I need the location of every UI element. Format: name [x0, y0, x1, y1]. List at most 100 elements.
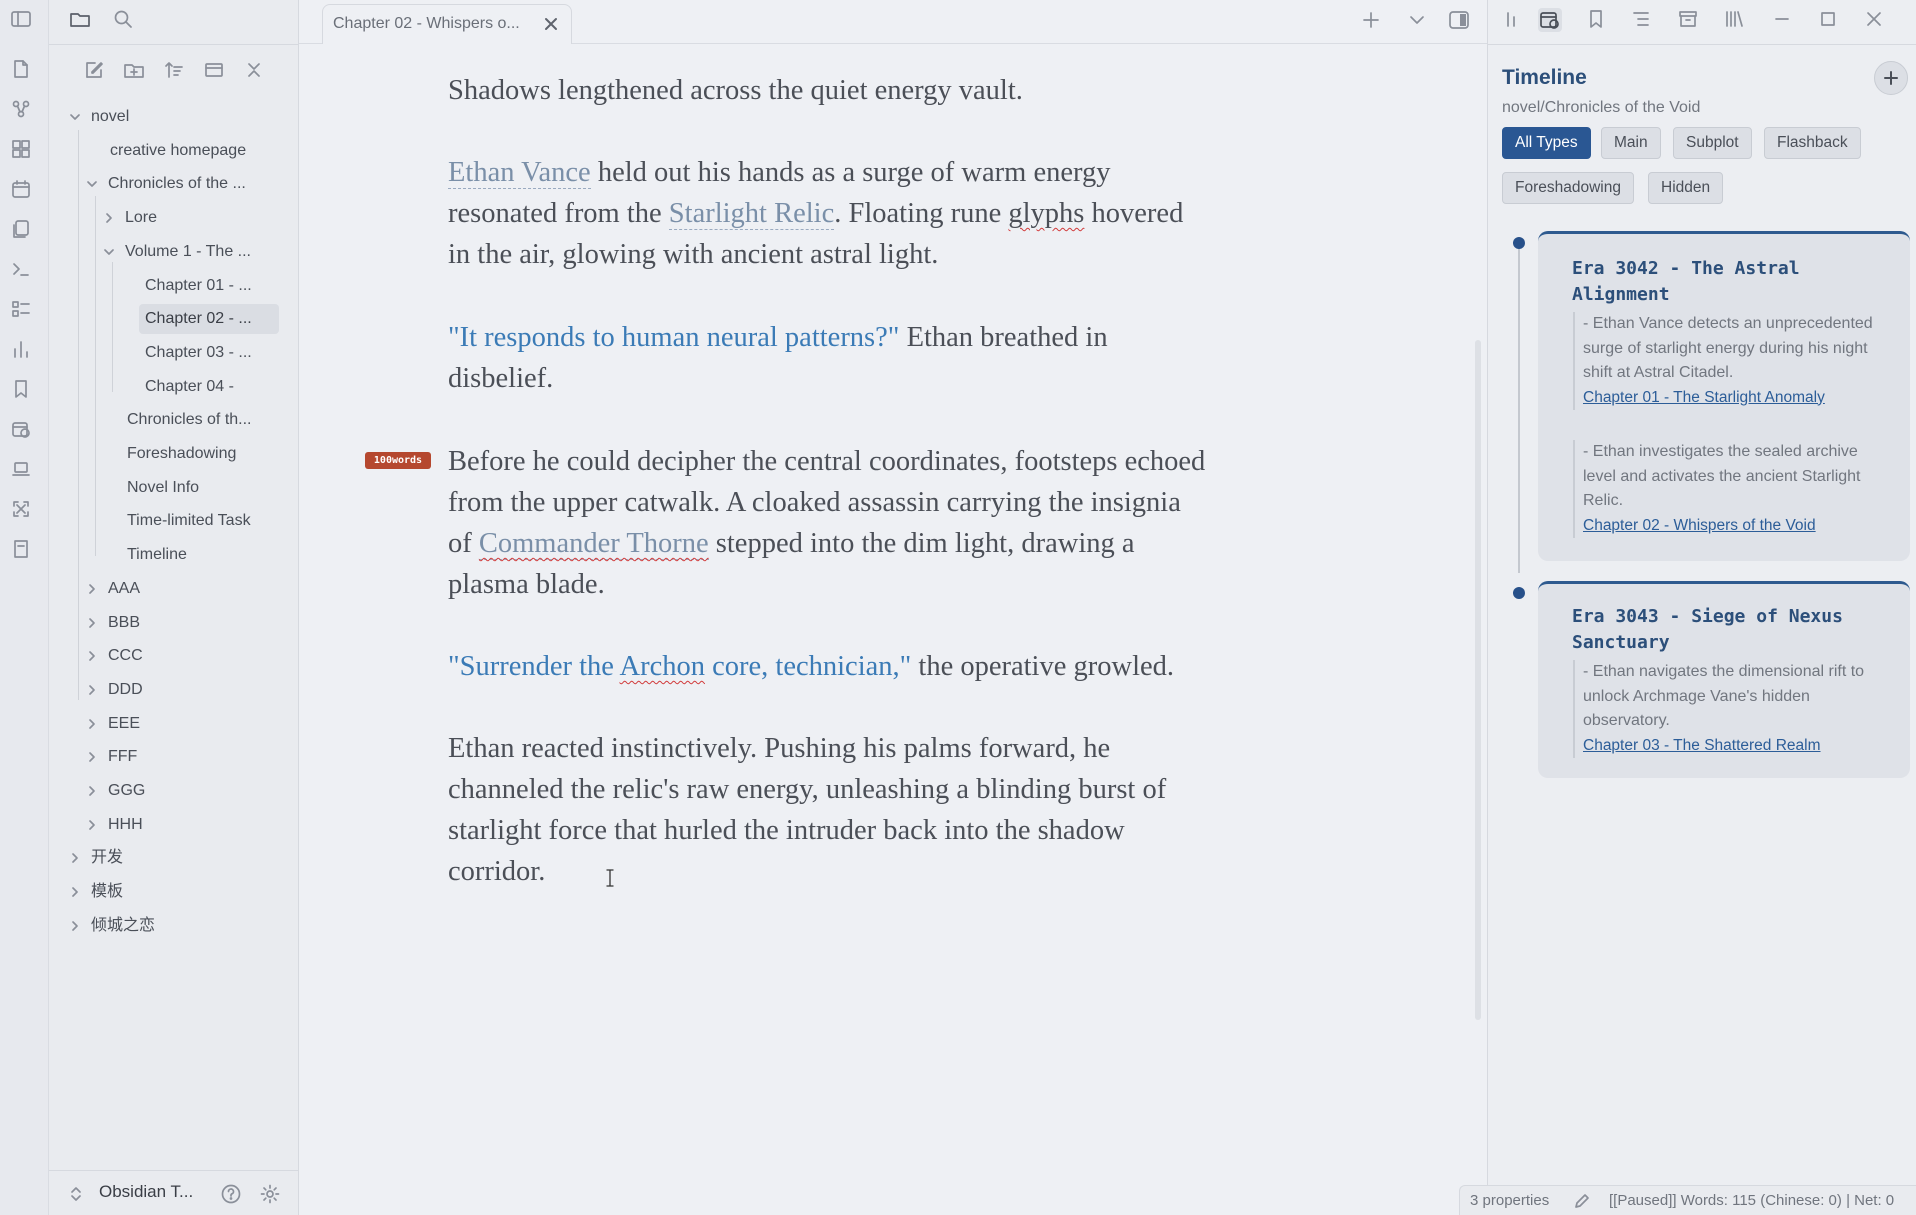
- tree-item-file-creative-homepage[interactable]: creative homepage: [104, 136, 279, 166]
- filter-all-types[interactable]: All Types: [1502, 127, 1591, 159]
- tree-item-folder-bbb[interactable]: BBB: [82, 608, 279, 638]
- spellcheck-word[interactable]: Archon: [620, 651, 705, 682]
- chevron-right-icon[interactable]: [86, 650, 98, 662]
- wikilink-commander-thorne[interactable]: Commander Thorne: [478, 528, 709, 560]
- chevron-right-icon[interactable]: [86, 617, 98, 629]
- chevron-down-icon[interactable]: [69, 111, 81, 123]
- sort-icon[interactable]: [163, 59, 185, 81]
- tree-item-folder-ggg[interactable]: GGG: [82, 776, 279, 806]
- chevron-right-icon[interactable]: [86, 583, 98, 595]
- collapse-all-icon[interactable]: [243, 59, 265, 81]
- filter-subplot[interactable]: Subplot: [1673, 127, 1752, 159]
- era-card[interactable]: Era 3043 - Siege of Nexus Sanctuary - Et…: [1538, 581, 1910, 778]
- word-count-status[interactable]: [[Paused]] Words: 115 (Chinese: 0) | Net…: [1609, 1186, 1894, 1215]
- spellcheck-word[interactable]: glyphs: [1008, 198, 1084, 229]
- tree-item-folder-eee[interactable]: EEE: [82, 709, 279, 739]
- tree-item-file-time-limited-task[interactable]: Time-limited Task: [121, 506, 279, 536]
- new-tab-icon[interactable]: [1361, 10, 1381, 30]
- chevron-right-icon[interactable]: [69, 920, 81, 932]
- settings-icon[interactable]: [259, 1183, 281, 1205]
- graph-icon[interactable]: [10, 98, 32, 120]
- panel-handle-icon[interactable]: [1500, 8, 1522, 30]
- chevron-right-icon[interactable]: [86, 684, 98, 696]
- tree-item-folder-hhh[interactable]: HHH: [82, 810, 279, 840]
- tree-item-file-novel-info[interactable]: Novel Info: [121, 473, 279, 503]
- tree-item-folder-volume-1[interactable]: Volume 1 - The ...: [99, 237, 279, 267]
- maximize-icon[interactable]: [1817, 8, 1839, 30]
- tree-item-folder-fff[interactable]: FFF: [82, 742, 279, 772]
- window-close-icon[interactable]: [1863, 8, 1885, 30]
- filter-flashback[interactable]: Flashback: [1764, 127, 1861, 159]
- library-icon[interactable]: [1723, 8, 1745, 30]
- chevron-down-icon[interactable]: [1407, 10, 1427, 30]
- tree-item-folder-aaa[interactable]: AAA: [82, 574, 279, 604]
- tasks-icon[interactable]: [10, 298, 32, 320]
- tab-chapter-02[interactable]: Chapter 02 - Whispers o...: [322, 4, 572, 44]
- chevron-right-icon[interactable]: [86, 718, 98, 730]
- sidebar-toggle-icon[interactable]: [10, 8, 32, 30]
- new-note-icon[interactable]: [83, 59, 105, 81]
- filter-foreshadowing[interactable]: Foreshadowing: [1502, 172, 1634, 204]
- right-sidebar-toggle-icon[interactable]: [1447, 8, 1471, 32]
- stats-icon[interactable]: [10, 338, 32, 360]
- tree-item-file-chapter-01[interactable]: Chapter 01 - ...: [139, 271, 279, 301]
- chevron-down-icon[interactable]: [103, 246, 115, 258]
- help-icon[interactable]: [220, 1183, 242, 1205]
- archive-icon[interactable]: [1677, 8, 1699, 30]
- tree-item-folder-muban[interactable]: 模板: [65, 877, 279, 907]
- filter-hidden[interactable]: Hidden: [1648, 172, 1724, 204]
- search-icon[interactable]: [112, 8, 134, 30]
- bookmark-icon[interactable]: [10, 378, 32, 400]
- zoom-icon[interactable]: [10, 498, 32, 520]
- tree-item-folder-ddd[interactable]: DDD: [82, 675, 279, 705]
- properties-count[interactable]: 3 properties: [1470, 1186, 1549, 1215]
- chevron-down-icon[interactable]: [86, 178, 98, 190]
- tree-item-folder-ccc[interactable]: CCC: [82, 641, 279, 671]
- filter-main[interactable]: Main: [1601, 127, 1661, 159]
- folder-icon[interactable]: [69, 8, 91, 30]
- minimize-icon[interactable]: [1771, 8, 1793, 30]
- tree-item-folder-novel[interactable]: novel: [65, 102, 279, 132]
- wikilink-ethan-vance[interactable]: Ethan Vance: [448, 157, 591, 189]
- chevron-right-icon[interactable]: [69, 852, 81, 864]
- chevron-right-icon[interactable]: [103, 212, 115, 224]
- chevron-right-icon[interactable]: [86, 751, 98, 763]
- tree-item-folder-chronicles[interactable]: Chronicles of the ...: [82, 169, 279, 199]
- chapter-link[interactable]: Chapter 02 - Whispers of the Void: [1583, 514, 1893, 539]
- tree-item-file-foreshadowing[interactable]: Foreshadowing: [121, 439, 279, 469]
- scrollbar[interactable]: [1475, 340, 1481, 1020]
- chapter-link[interactable]: Chapter 01 - The Starlight Anomaly: [1583, 386, 1893, 411]
- outline-icon[interactable]: [1630, 8, 1652, 30]
- tree-item-file-chronicles-of-the[interactable]: Chronicles of th...: [121, 405, 279, 435]
- tree-item-folder-kaifa[interactable]: 开发: [65, 843, 279, 873]
- chevron-right-icon[interactable]: [86, 785, 98, 797]
- wikilink-starlight-relic[interactable]: Starlight Relic: [668, 198, 835, 230]
- new-folder-icon[interactable]: [123, 59, 145, 81]
- chapter-link[interactable]: Chapter 03 - The Shattered Realm: [1583, 734, 1893, 759]
- add-event-button[interactable]: [1874, 61, 1908, 95]
- tree-item-file-chapter-03[interactable]: Chapter 03 - ...: [139, 338, 279, 368]
- bookmark-icon[interactable]: [1585, 8, 1607, 30]
- vault-name[interactable]: Obsidian T...: [99, 1182, 193, 1202]
- era-card[interactable]: Era 3042 - The Astral Alignment - Ethan …: [1538, 231, 1910, 561]
- tree-item-file-chapter-02[interactable]: Chapter 02 - ...: [139, 304, 279, 335]
- calendar-icon[interactable]: [10, 178, 32, 200]
- collapse-view-icon[interactable]: [203, 59, 225, 81]
- edit-pencil-icon[interactable]: [1573, 1192, 1591, 1210]
- close-icon[interactable]: [543, 16, 559, 32]
- canvas-icon[interactable]: [10, 138, 32, 160]
- tree-item-folder-lore[interactable]: Lore: [99, 203, 279, 233]
- tree-item-file-chapter-04[interactable]: Chapter 04 -: [139, 372, 279, 402]
- tree-item-folder-qingcheng[interactable]: 倾城之恋: [65, 911, 279, 941]
- vault-switch-icon[interactable]: [69, 1184, 83, 1204]
- laptop-icon[interactable]: [10, 458, 32, 480]
- note-icon[interactable]: [10, 538, 32, 560]
- calendar-clock-icon[interactable]: [1538, 8, 1562, 32]
- terminal-icon[interactable]: [10, 258, 32, 280]
- tree-item-file-timeline[interactable]: Timeline: [121, 540, 279, 570]
- chevron-right-icon[interactable]: [69, 886, 81, 898]
- chevron-right-icon[interactable]: [86, 819, 98, 831]
- file-icon[interactable]: [10, 58, 32, 80]
- pages-icon[interactable]: [10, 218, 32, 240]
- calendar-clock-icon[interactable]: [10, 418, 32, 440]
